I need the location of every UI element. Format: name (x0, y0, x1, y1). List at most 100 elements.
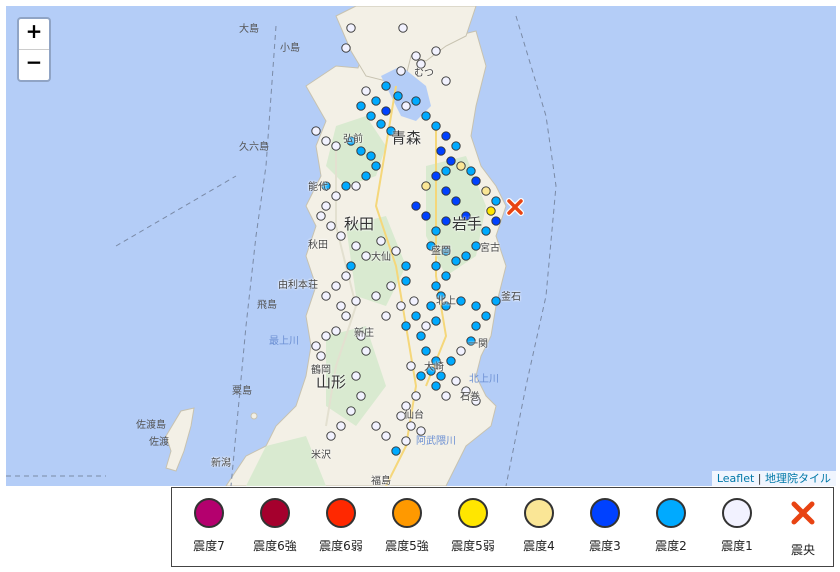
station-marker[interactable] (436, 146, 446, 156)
station-marker[interactable] (311, 341, 321, 351)
station-marker[interactable] (471, 321, 481, 331)
station-marker[interactable] (326, 431, 336, 441)
station-marker[interactable] (471, 301, 481, 311)
station-marker[interactable] (381, 106, 391, 116)
station-marker[interactable] (361, 346, 371, 356)
station-marker[interactable] (376, 236, 386, 246)
station-marker[interactable] (431, 226, 441, 236)
station-marker[interactable] (326, 221, 336, 231)
station-marker[interactable] (393, 91, 403, 101)
station-marker[interactable] (366, 111, 376, 121)
station-marker[interactable] (421, 211, 431, 221)
station-marker[interactable] (491, 296, 501, 306)
station-marker[interactable] (401, 321, 411, 331)
station-marker[interactable] (401, 276, 411, 286)
station-marker[interactable] (391, 246, 401, 256)
station-marker[interactable] (451, 256, 461, 266)
station-marker[interactable] (321, 201, 331, 211)
station-marker[interactable] (351, 181, 361, 191)
leaflet-link[interactable]: Leaflet (717, 472, 754, 485)
station-marker[interactable] (341, 271, 351, 281)
station-marker[interactable] (456, 346, 466, 356)
station-marker[interactable] (411, 311, 421, 321)
station-marker[interactable] (371, 421, 381, 431)
station-marker[interactable] (426, 301, 436, 311)
station-marker[interactable] (331, 326, 341, 336)
station-marker[interactable] (431, 261, 441, 271)
station-marker[interactable] (331, 191, 341, 201)
station-marker[interactable] (491, 196, 501, 206)
station-marker[interactable] (346, 406, 356, 416)
station-marker[interactable] (441, 391, 451, 401)
station-marker[interactable] (321, 291, 331, 301)
station-marker[interactable] (411, 51, 421, 61)
station-marker[interactable] (341, 311, 351, 321)
station-marker[interactable] (401, 101, 411, 111)
station-marker[interactable] (331, 281, 341, 291)
station-marker[interactable] (441, 271, 451, 281)
station-marker[interactable] (446, 156, 456, 166)
station-marker[interactable] (431, 46, 441, 56)
station-marker[interactable] (416, 331, 426, 341)
station-marker[interactable] (398, 23, 408, 33)
station-marker[interactable] (416, 371, 426, 381)
station-marker[interactable] (481, 226, 491, 236)
station-marker[interactable] (441, 76, 451, 86)
station-marker[interactable] (431, 121, 441, 131)
station-marker[interactable] (441, 216, 451, 226)
station-marker[interactable] (381, 81, 391, 91)
zoom-in-button[interactable]: + (19, 19, 49, 50)
station-marker[interactable] (411, 201, 421, 211)
map-view[interactable]: + − 青森 秋田 岩手 山形 むつ 弘前 能代 秋田 由利本荘 盛岡 宮古 釜… (6, 6, 836, 486)
station-marker[interactable] (356, 101, 366, 111)
station-marker[interactable] (386, 281, 396, 291)
station-marker[interactable] (471, 241, 481, 251)
station-marker[interactable] (446, 356, 456, 366)
station-marker[interactable] (451, 196, 461, 206)
station-marker[interactable] (411, 391, 421, 401)
station-marker[interactable] (471, 176, 481, 186)
station-marker[interactable] (316, 351, 326, 361)
station-marker[interactable] (331, 141, 341, 151)
gsi-tiles-link[interactable]: 地理院タイル (765, 472, 831, 485)
station-marker[interactable] (391, 446, 401, 456)
zoom-out-button[interactable]: − (19, 50, 49, 80)
station-marker[interactable] (351, 241, 361, 251)
station-marker[interactable] (321, 331, 331, 341)
station-marker[interactable] (351, 371, 361, 381)
station-marker[interactable] (441, 186, 451, 196)
station-marker[interactable] (401, 436, 411, 446)
station-marker[interactable] (451, 376, 461, 386)
station-marker[interactable] (406, 421, 416, 431)
station-marker[interactable] (376, 119, 386, 129)
station-marker[interactable] (431, 171, 441, 181)
station-marker[interactable] (356, 391, 366, 401)
station-marker[interactable] (351, 296, 361, 306)
station-marker[interactable] (336, 301, 346, 311)
station-marker[interactable] (371, 291, 381, 301)
station-marker[interactable] (356, 146, 366, 156)
station-marker[interactable] (341, 181, 351, 191)
station-marker[interactable] (421, 181, 431, 191)
station-marker[interactable] (461, 251, 471, 261)
station-marker[interactable] (481, 311, 491, 321)
station-marker[interactable] (361, 251, 371, 261)
station-marker[interactable] (491, 216, 501, 226)
station-marker[interactable] (431, 381, 441, 391)
station-marker[interactable] (451, 141, 461, 151)
station-marker[interactable] (431, 316, 441, 326)
station-marker[interactable] (411, 96, 421, 106)
station-marker[interactable] (401, 261, 411, 271)
station-marker[interactable] (361, 86, 371, 96)
station-marker[interactable] (361, 171, 371, 181)
station-marker[interactable] (456, 296, 466, 306)
station-marker[interactable] (381, 311, 391, 321)
station-marker[interactable] (396, 66, 406, 76)
station-marker[interactable] (409, 296, 419, 306)
station-marker[interactable] (371, 161, 381, 171)
station-marker[interactable] (441, 131, 451, 141)
station-marker[interactable] (466, 166, 476, 176)
station-marker[interactable] (341, 43, 351, 53)
station-marker[interactable] (316, 211, 326, 221)
station-marker[interactable] (421, 111, 431, 121)
